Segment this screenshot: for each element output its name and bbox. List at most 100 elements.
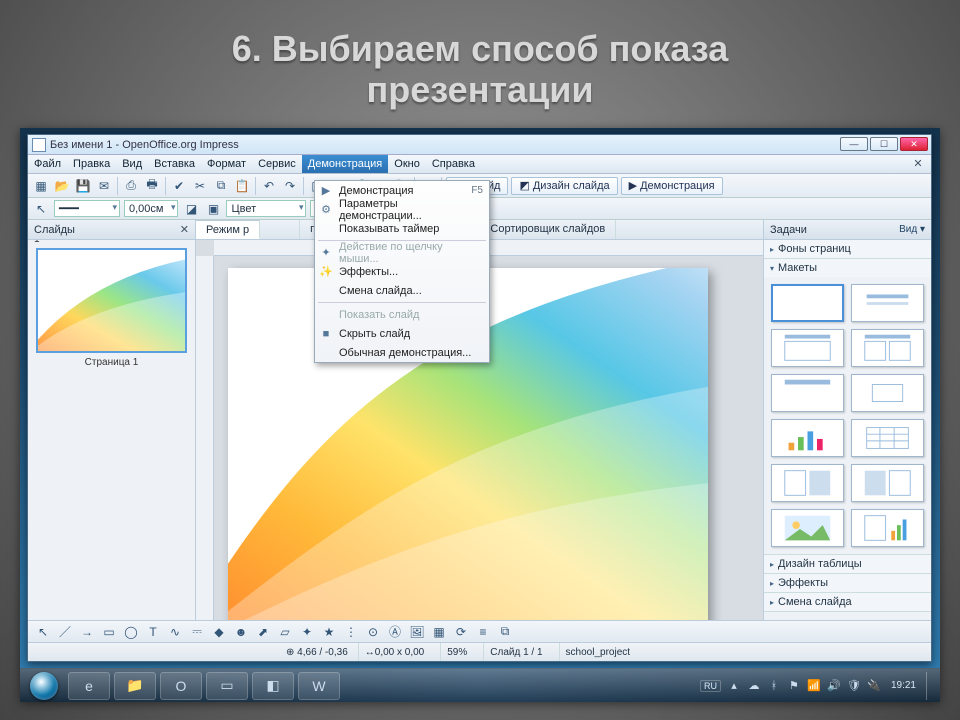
menu-slideshow-settings[interactable]: ⚙Параметры демонстрации... (315, 200, 489, 219)
menu-окно[interactable]: Окно (388, 155, 426, 173)
section-layouts-header[interactable]: ▾Макеты (764, 259, 931, 277)
section-effects[interactable]: ▸Эффекты (764, 574, 931, 593)
tray-shield-icon[interactable]: 🛡 (847, 679, 861, 693)
flowchart-icon[interactable]: ▱ (276, 623, 294, 641)
glue-icon[interactable]: ⊙ (364, 623, 382, 641)
layout-text-clip[interactable] (771, 464, 844, 502)
section-master-pages[interactable]: ▸Фоны страниц (764, 240, 931, 259)
menu-демонстрация[interactable]: Демонстрация (302, 155, 389, 173)
layout-table[interactable] (851, 419, 924, 457)
tray-clock[interactable]: 19:21 (891, 680, 916, 691)
menu-файл[interactable]: Файл (28, 155, 67, 173)
taskbar-explorer-icon[interactable]: 📁 (114, 672, 156, 700)
menu-формат[interactable]: Формат (201, 155, 252, 173)
open-icon[interactable]: 📂 (53, 177, 71, 195)
line-width-combo[interactable]: 0,00см (124, 200, 178, 217)
connector-tool-icon[interactable]: ⎓ (188, 623, 206, 641)
curve-tool-icon[interactable]: ∿ (166, 623, 184, 641)
start-button[interactable] (24, 671, 64, 701)
select-tool-icon[interactable]: ↖ (34, 623, 52, 641)
menu-вставка[interactable]: Вставка (148, 155, 201, 173)
symbol-tool-icon[interactable]: ☻ (232, 623, 250, 641)
from-file-icon[interactable]: 🖼 (408, 623, 426, 641)
status-zoom[interactable]: 59% (440, 643, 473, 661)
layout-image[interactable] (771, 509, 844, 547)
slides-panel-close-icon[interactable]: ✕ (180, 223, 189, 236)
section-table-design[interactable]: ▸Дизайн таблицы (764, 555, 931, 574)
layout-title[interactable] (851, 284, 924, 322)
menu-справка[interactable]: Справка (426, 155, 481, 173)
slide-design-button[interactable]: ◩Дизайн слайда (511, 177, 617, 195)
layout-title-only[interactable] (771, 374, 844, 412)
tab-sorter[interactable]: Сортировщик слайдов (480, 220, 616, 239)
titlebar[interactable]: Без имени 1 - OpenOffice.org Impress — ☐… (28, 135, 931, 155)
redo-icon[interactable]: ↷ (281, 177, 299, 195)
tray-up-icon[interactable]: ▴ (727, 679, 741, 693)
rotate-icon[interactable]: ⟳ (452, 623, 470, 641)
slide-thumbnail-1[interactable] (36, 248, 187, 353)
tray-flag-icon[interactable]: ⚑ (787, 679, 801, 693)
text-tool-icon[interactable]: T (144, 623, 162, 641)
minimize-button[interactable]: — (840, 137, 868, 151)
align-icon[interactable]: ≡ (474, 623, 492, 641)
mail-icon[interactable]: ✉ (95, 177, 113, 195)
area-icon[interactable]: ▣ (204, 200, 222, 218)
maximize-button[interactable]: ☐ (870, 137, 898, 151)
pdf-icon[interactable]: ⎙ (122, 177, 140, 195)
menu-вид[interactable]: Вид (116, 155, 148, 173)
line-tool-icon[interactable]: ／ (56, 623, 74, 641)
taskbar-impress-icon[interactable]: ◧ (252, 672, 294, 700)
menu-effects[interactable]: ✨Эффекты... (315, 262, 489, 281)
shapes-tool-icon[interactable]: ◆ (210, 623, 228, 641)
points-icon[interactable]: ⋮ (342, 623, 360, 641)
line-color-icon[interactable]: ◪ (182, 200, 200, 218)
tab-normal[interactable]: Режим р (196, 220, 260, 239)
menubar-close-icon[interactable]: ✕ (911, 157, 925, 171)
layout-clip-text[interactable] (851, 464, 924, 502)
save-icon[interactable]: 💾 (74, 177, 92, 195)
menu-slide-transition[interactable]: Смена слайда... (315, 281, 489, 300)
tray-net-icon[interactable]: 📶 (807, 679, 821, 693)
menu-правка[interactable]: Правка (67, 155, 116, 173)
arrow-tool-icon[interactable]: → (78, 623, 96, 641)
task-view-menu[interactable]: Вид ▾ (899, 224, 925, 235)
slideshow-button[interactable]: ▶Демонстрация (621, 177, 723, 195)
layout-chart[interactable] (771, 419, 844, 457)
spellcheck-icon[interactable]: ✔ (170, 177, 188, 195)
layout-title-content[interactable] (771, 329, 844, 367)
layout-two-content[interactable] (851, 329, 924, 367)
copy-icon[interactable]: ⧉ (212, 177, 230, 195)
ellipse-tool-icon[interactable]: ◯ (122, 623, 140, 641)
tray-show-desktop[interactable] (926, 672, 934, 700)
taskbar-word-icon[interactable]: W (298, 672, 340, 700)
menu-hide-slide[interactable]: ■Скрыть слайд (315, 324, 489, 343)
cut-icon[interactable]: ✂ (191, 177, 209, 195)
fill-combo[interactable]: Цвет (226, 200, 306, 217)
taskbar-app-icon[interactable]: ▭ (206, 672, 248, 700)
callout-icon[interactable]: ✦ (298, 623, 316, 641)
tray-cloud-icon[interactable]: ☁ (747, 679, 761, 693)
close-button[interactable]: ✕ (900, 137, 928, 151)
line-style-combo[interactable]: ━━━ (54, 200, 120, 217)
rect-tool-icon[interactable]: ▭ (100, 623, 118, 641)
tray-power-icon[interactable]: 🔌 (867, 679, 881, 693)
undo-icon[interactable]: ↶ (260, 177, 278, 195)
menu-custom-slideshow[interactable]: Обычная демонстрация... (315, 343, 489, 362)
tray-bt-icon[interactable]: ᚼ (767, 679, 781, 693)
section-transition[interactable]: ▸Смена слайда (764, 593, 931, 612)
gallery-icon[interactable]: ▦ (430, 623, 448, 641)
layout-chart-text[interactable] (851, 509, 924, 547)
arrange-icon[interactable]: ⧉ (496, 623, 514, 641)
print-icon[interactable]: 🖶 (143, 177, 161, 195)
new-icon[interactable]: ▦ (32, 177, 50, 195)
layout-centered[interactable] (851, 374, 924, 412)
menu-сервис[interactable]: Сервис (252, 155, 302, 173)
tab-outline[interactable] (260, 220, 300, 239)
arrow-icon[interactable]: ↖ (32, 200, 50, 218)
block-arrow-icon[interactable]: ⬈ (254, 623, 272, 641)
paste-icon[interactable]: 📋 (233, 177, 251, 195)
star-icon[interactable]: ★ (320, 623, 338, 641)
taskbar-opera-icon[interactable]: O (160, 672, 202, 700)
taskbar-ie-icon[interactable]: e (68, 672, 110, 700)
tray-language[interactable]: RU (700, 680, 721, 692)
